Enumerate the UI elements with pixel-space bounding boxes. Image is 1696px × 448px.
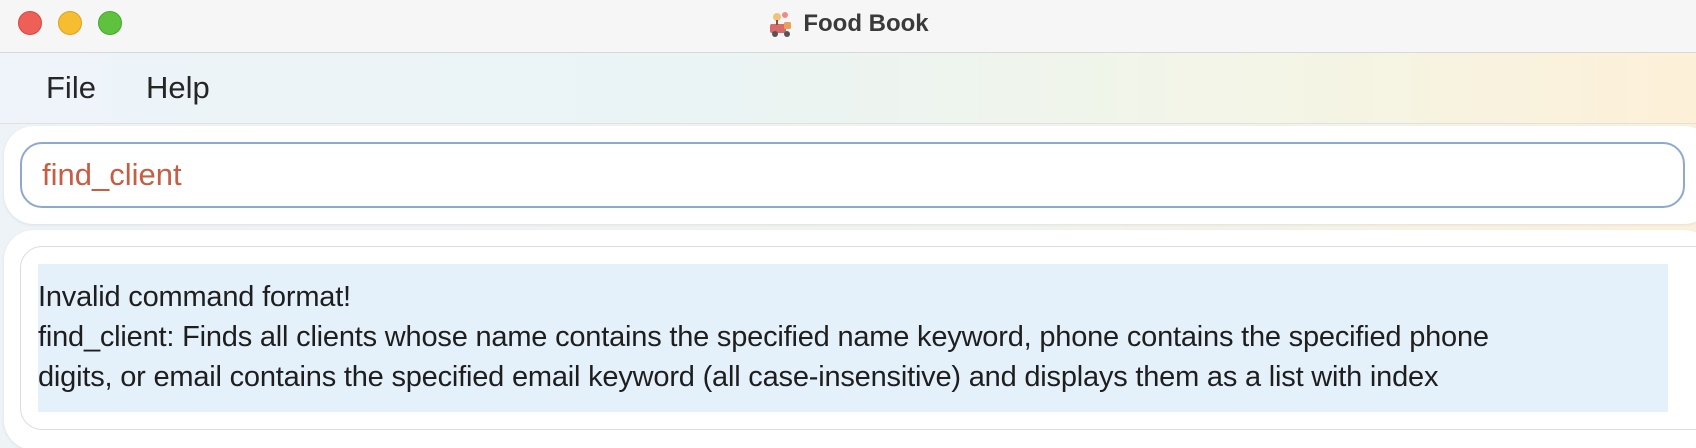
title-bar: Food Book <box>0 0 1696 53</box>
menu-bar: File Help <box>0 53 1696 124</box>
window-title-group: Food Book <box>0 6 1696 42</box>
result-message-line-1: Invalid command format! <box>38 281 351 313</box>
food-book-app-icon <box>767 10 795 38</box>
result-message-line-3: digits, or email contains the specified … <box>38 361 1439 393</box>
window-title: Food Book <box>803 10 929 37</box>
app-window: Food Book File Help Invalid command form… <box>0 0 1696 448</box>
menu-file[interactable]: File <box>46 70 96 106</box>
result-message-line-2: find_client: Finds all clients whose nam… <box>38 321 1489 353</box>
command-input[interactable] <box>20 142 1685 208</box>
menu-help[interactable]: Help <box>146 70 210 106</box>
